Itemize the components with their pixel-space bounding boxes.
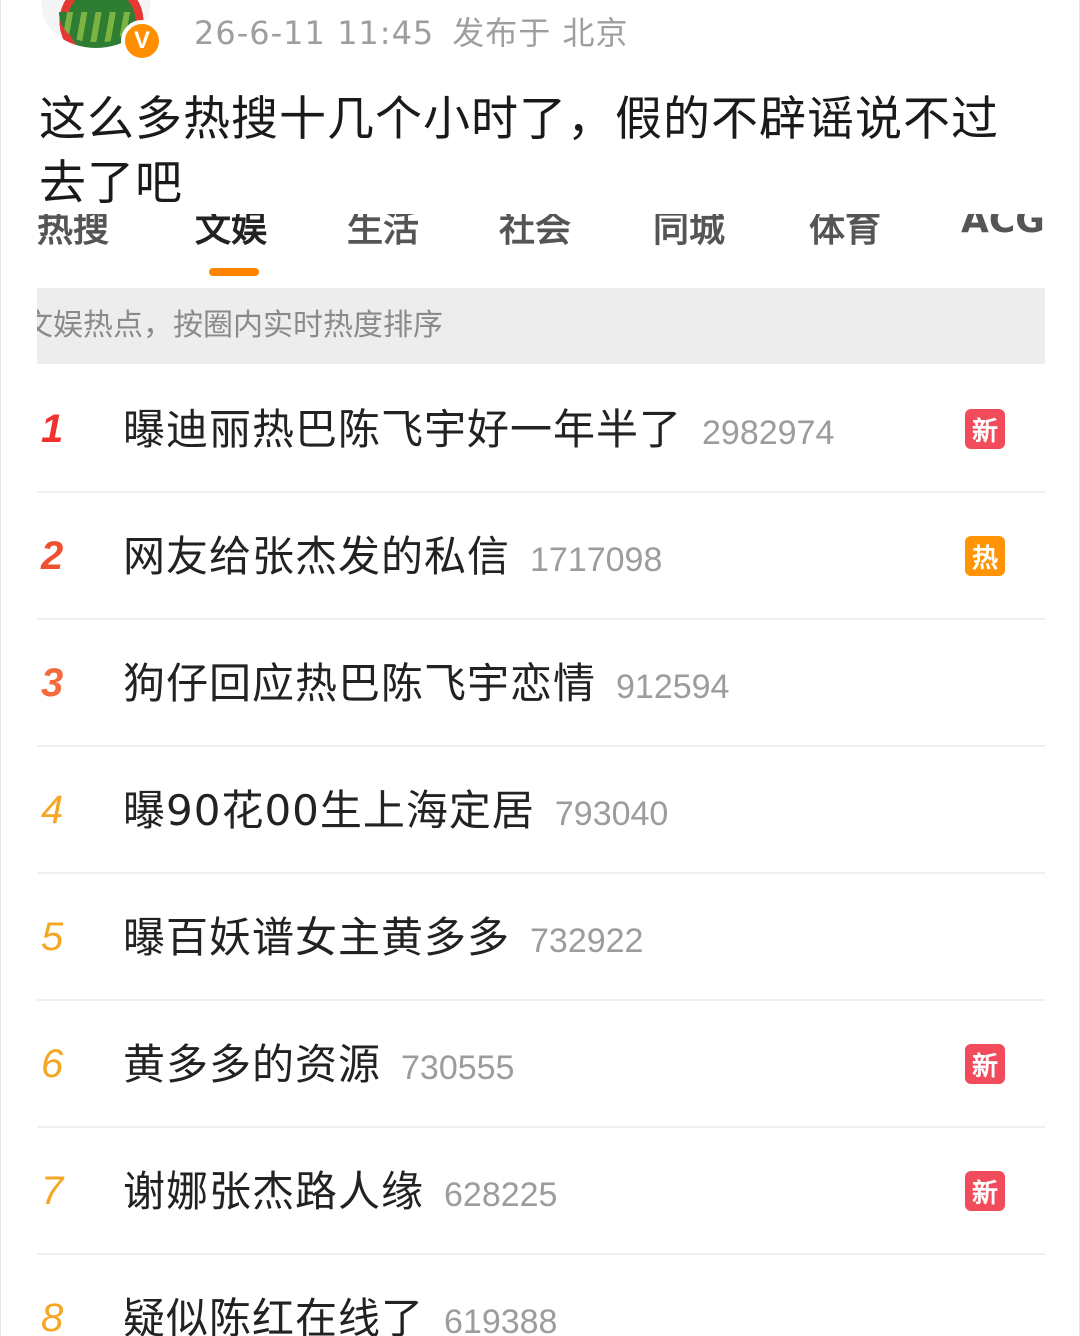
category-tabs: 热搜 文娱 生活 社会 同城 体育 ACG bbox=[1, 214, 1079, 250]
ranking-notice: 文娱热点，按圈内实时热度排序 bbox=[37, 288, 1045, 364]
heat-count: 628225 bbox=[444, 1176, 558, 1214]
list-item-title: 曝百妖谱女主黄多多 732922 bbox=[123, 913, 644, 962]
tab-entertainment[interactable]: 文娱 bbox=[195, 214, 267, 250]
rank-number: 4 bbox=[41, 788, 64, 832]
tab-acg[interactable]: ACG bbox=[961, 214, 1045, 241]
list-item[interactable]: 5 曝百妖谱女主黄多多 732922 bbox=[37, 874, 1045, 1001]
post-time: 26-6-11 11:45 bbox=[194, 14, 435, 52]
post-location: 发布于 北京 bbox=[452, 14, 629, 52]
list-item-title: 曝90花00生上海定居 793040 bbox=[123, 786, 669, 835]
tab-local[interactable]: 同城 bbox=[653, 214, 725, 250]
rank-number: 1 bbox=[41, 407, 64, 451]
heat-count: 732922 bbox=[530, 922, 644, 960]
list-item-title: 疑似陈红在线了 619388 bbox=[123, 1255, 557, 1336]
rank-number: 5 bbox=[41, 915, 64, 959]
list-item[interactable]: 3 狗仔回应热巴陈飞宇恋情 912594 bbox=[37, 620, 1045, 747]
list-item-title: 狗仔回应热巴陈飞宇恋情 912594 bbox=[123, 659, 730, 708]
heat-count: 619388 bbox=[444, 1303, 558, 1336]
list-item-title: 网友给张杰发的私信 1717098 bbox=[123, 532, 663, 581]
new-badge-icon: 新 bbox=[965, 1044, 1005, 1084]
tab-sports[interactable]: 体育 bbox=[809, 214, 881, 250]
weibo-post-screenshot: V 26-6-11 11:45 发布于 北京 这么多热搜十几个小时了，假的不辟谣说… bbox=[0, 0, 1080, 1336]
list-item[interactable]: 8 疑似陈红在线了 619388 bbox=[37, 1255, 1045, 1336]
hot-badge-icon: 热 bbox=[965, 536, 1005, 576]
hot-search-list: 1 曝迪丽热巴陈飞宇好一年半了 2982974 新 2 网友给张杰发的私信 1717… bbox=[37, 366, 1045, 1336]
rank-number: 8 bbox=[41, 1296, 64, 1336]
list-item-title: 谢娜张杰路人缘 628225 bbox=[123, 1167, 558, 1216]
post-body: 这么多热搜十几个小时了，假的不辟谣说不过去了吧 bbox=[39, 92, 999, 211]
list-item[interactable]: 1 曝迪丽热巴陈飞宇好一年半了 2982974 新 bbox=[37, 366, 1045, 493]
heat-count: 912594 bbox=[616, 668, 730, 706]
tab-life[interactable]: 生活 bbox=[347, 214, 419, 250]
list-item[interactable]: 6 黄多多的资源 730555 新 bbox=[37, 1001, 1045, 1128]
list-item-title: 黄多多的资源 730555 bbox=[123, 1040, 515, 1089]
rank-number: 3 bbox=[41, 661, 64, 705]
list-item[interactable]: 2 网友给张杰发的私信 1717098 热 bbox=[37, 493, 1045, 620]
post-meta: 26-6-11 11:45 发布于 北京 bbox=[194, 8, 628, 54]
heat-count: 730555 bbox=[401, 1049, 515, 1087]
new-badge-icon: 新 bbox=[965, 1171, 1005, 1211]
tab-hot[interactable]: 热搜 bbox=[37, 214, 109, 250]
author-avatar[interactable]: V bbox=[41, 0, 163, 62]
tab-society[interactable]: 社会 bbox=[499, 214, 571, 250]
notice-text: 文娱热点，按圈内实时热度排序 bbox=[37, 308, 443, 343]
heat-count: 1717098 bbox=[530, 541, 663, 579]
list-item[interactable]: 7 谢娜张杰路人缘 628225 新 bbox=[37, 1128, 1045, 1255]
list-item-title: 曝迪丽热巴陈飞宇好一年半了 2982974 bbox=[123, 405, 835, 454]
rank-number: 6 bbox=[41, 1042, 64, 1086]
heat-count: 793040 bbox=[554, 795, 669, 833]
rank-number: 7 bbox=[41, 1169, 64, 1213]
rank-number: 2 bbox=[41, 534, 64, 578]
verified-badge-icon: V bbox=[121, 20, 163, 62]
heat-count: 2982974 bbox=[702, 414, 835, 452]
list-item[interactable]: 4 曝90花00生上海定居 793040 bbox=[37, 747, 1045, 874]
active-tab-indicator bbox=[209, 268, 259, 276]
new-badge-icon: 新 bbox=[965, 409, 1005, 449]
